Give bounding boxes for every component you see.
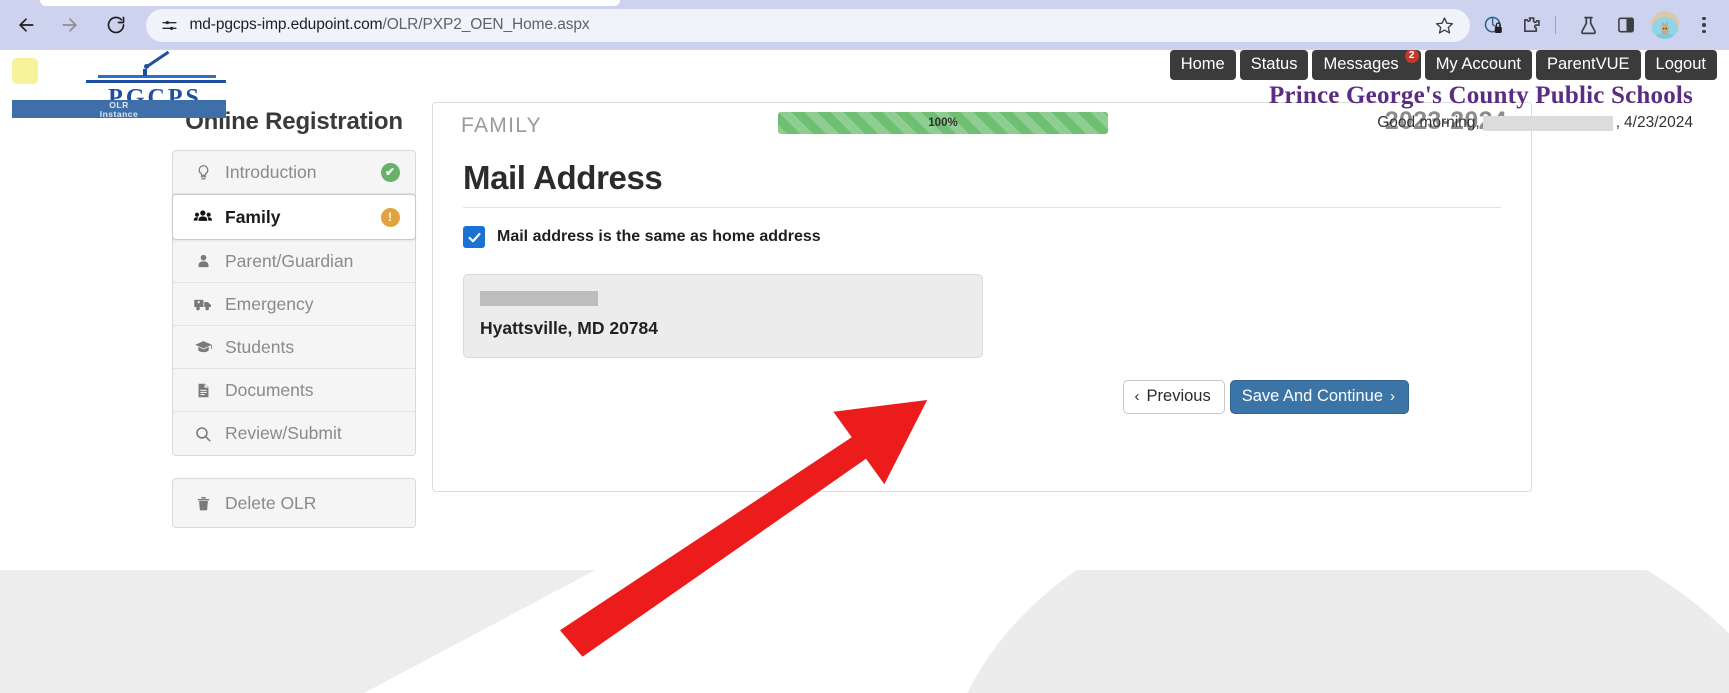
nav-messages[interactable]: Messages 2 <box>1312 50 1421 80</box>
tune-icon[interactable] <box>158 14 180 36</box>
chevron-left-icon: ‹ <box>1134 387 1140 405</box>
progress-bar-fill: 100% <box>778 112 1108 134</box>
sidebar-menu: Introduction ✔ Family ! Parent/Guardian … <box>172 150 416 456</box>
toolbar-divider <box>1555 16 1557 34</box>
greeting-line: Good morning, , 4/23/2024 <box>1269 114 1693 132</box>
document-icon <box>191 382 215 399</box>
browser-chrome: md-pgcps-imp.edupoint.com/OLR/PXP2_OEN_H… <box>0 0 1729 50</box>
status-warning-icon: ! <box>380 207 400 227</box>
greeting-date: 4/23/2024 <box>1624 114 1693 131</box>
sidebar-status-introduction: ✔ <box>379 162 401 182</box>
district-header: Prince George's County Public Schools Go… <box>1269 82 1693 132</box>
mail-address-heading: Mail Address <box>463 159 663 196</box>
greeting-comma: , <box>1615 114 1621 131</box>
yellow-square-marker <box>12 58 38 84</box>
sidebar-item-label: Family <box>225 206 281 227</box>
address-bar-url[interactable]: md-pgcps-imp.edupoint.com/OLR/PXP2_OEN_H… <box>189 16 1430 34</box>
avatar-icon[interactable] <box>1651 11 1680 39</box>
nav-my-account[interactable]: My Account <box>1424 50 1532 80</box>
panel-body: Mail Address Mail address is the same as… <box>433 149 1531 415</box>
delete-olr-button[interactable]: Delete OLR <box>173 479 415 527</box>
save-and-continue-label: Save And Continue <box>1241 387 1383 405</box>
address-city-state-zip: Hyattsville, MD 20784 <box>480 318 659 338</box>
same-as-home-address-label: Mail address is the same as home address <box>497 228 821 245</box>
redacted-street-address <box>480 291 598 306</box>
progress-bar-track: 100% <box>778 112 1108 134</box>
sidebar-item-label: Introduction <box>225 161 317 182</box>
delete-olr-card: Delete OLR <box>172 478 416 528</box>
section-label: FAMILY <box>461 114 542 137</box>
redacted-user-name <box>1482 115 1613 131</box>
url-path: /OLR/PXP2_OEN_Home.aspx <box>382 16 590 33</box>
swoosh-figure-icon <box>80 50 230 86</box>
trash-icon <box>191 495 215 512</box>
sidebar-item-review-submit[interactable]: Review/Submit <box>173 412 415 455</box>
sidebar-item-parent-guardian[interactable]: Parent/Guardian <box>173 240 415 283</box>
ambulance-icon <box>191 294 215 314</box>
side-panel-icon[interactable] <box>1611 10 1641 40</box>
page-content: Home Status Messages 2 My Account Parent… <box>0 50 1729 693</box>
same-as-home-address-row[interactable]: Mail address is the same as home address <box>463 226 1501 248</box>
kebab-menu-icon[interactable] <box>1689 10 1719 40</box>
person-icon <box>191 253 215 270</box>
sidebar-item-students[interactable]: Students <box>173 326 415 369</box>
nav-home-label: Home <box>1180 55 1225 73</box>
banner-line-2: Instance <box>99 108 139 119</box>
sidebar-item-label: Review/Submit <box>225 423 342 443</box>
sidebar-item-label: Parent/Guardian <box>225 250 354 271</box>
status-complete-icon: ✔ <box>380 162 400 182</box>
address-bar[interactable]: md-pgcps-imp.edupoint.com/OLR/PXP2_OEN_H… <box>146 8 1471 42</box>
sidebar-item-introduction[interactable]: Introduction ✔ <box>173 151 415 194</box>
greeting-text: Good morning, <box>1377 114 1480 131</box>
sidebar-item-documents[interactable]: Documents <box>173 369 415 412</box>
delete-olr-label: Delete OLR <box>225 492 317 513</box>
sidebar-item-label: Documents <box>225 379 314 400</box>
save-and-continue-button[interactable]: Save And Continue › <box>1229 380 1409 415</box>
nav-parentvue[interactable]: ParentVUE <box>1535 50 1641 80</box>
main-panel: FAMILY 100% 2023-2024 Mail Address Mail … <box>432 102 1532 492</box>
nav-logout[interactable]: Logout <box>1644 50 1717 80</box>
flask-icon[interactable] <box>1573 10 1603 40</box>
messages-count-badge: 2 <box>1404 50 1419 63</box>
nav-messages-label: Messages <box>1323 55 1399 73</box>
nav-home[interactable]: Home <box>1169 50 1236 80</box>
users-group-icon <box>191 207 215 227</box>
nav-logout-label: Logout <box>1655 55 1706 73</box>
sidebar-item-label: Emergency <box>225 293 314 314</box>
nav-parentvue-label: ParentVUE <box>1546 55 1630 73</box>
sidebar-item-label: Students <box>225 336 295 357</box>
star-icon[interactable] <box>1430 11 1458 39</box>
sidebar: Online Registration Introduction ✔ Famil… <box>172 108 416 528</box>
top-navigation: Home Status Messages 2 My Account Parent… <box>1169 50 1717 80</box>
previous-button[interactable]: ‹ Previous <box>1122 380 1225 415</box>
chevron-right-icon: › <box>1390 387 1395 405</box>
magnifier-icon <box>191 425 215 443</box>
forward-arrow-icon[interactable] <box>53 8 87 42</box>
sidebar-item-family[interactable]: Family ! <box>172 194 416 240</box>
sidebar-status-family: ! <box>379 207 401 227</box>
sidebar-item-emergency[interactable]: Emergency <box>173 283 415 326</box>
panel-button-row: ‹ Previous Save And Continue › <box>463 380 1501 415</box>
previous-button-label: Previous <box>1146 387 1211 405</box>
reload-icon[interactable] <box>99 8 133 42</box>
puzzle-piece-icon[interactable] <box>1516 10 1546 40</box>
back-arrow-icon[interactable] <box>9 8 43 42</box>
browser-toolbar: md-pgcps-imp.edupoint.com/OLR/PXP2_OEN_H… <box>0 3 1729 47</box>
mail-address-card: Hyattsville, MD 20784 <box>463 274 983 358</box>
nav-status-label: Status <box>1250 55 1298 73</box>
url-host: md-pgcps-imp.edupoint.com <box>189 16 383 33</box>
district-name: Prince George's County Public Schools <box>1268 82 1693 109</box>
graduation-cap-icon <box>191 338 215 357</box>
same-as-home-address-checkbox[interactable] <box>463 226 485 248</box>
nav-status[interactable]: Status <box>1239 50 1309 80</box>
olr-instance-banner: OLR Instance <box>12 100 226 118</box>
nav-my-account-label: My Account <box>1435 55 1521 73</box>
privacy-shield-icon[interactable] <box>1478 10 1508 40</box>
heading-divider <box>463 207 1501 208</box>
lightbulb-icon <box>191 164 215 181</box>
